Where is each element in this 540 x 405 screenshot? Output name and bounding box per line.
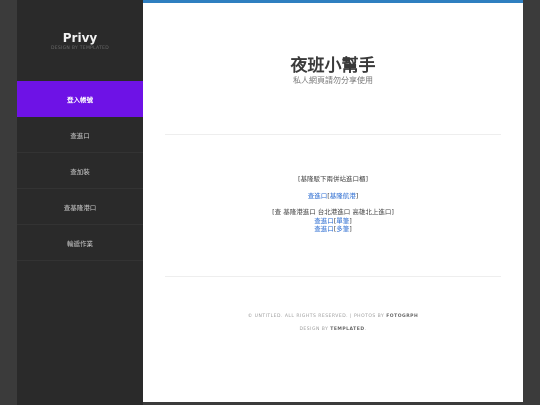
keelung-harbor-link[interactable]: 基隆航港	[330, 192, 356, 200]
import-single-link[interactable]: 查進口	[314, 217, 334, 225]
design-period: .	[364, 327, 367, 332]
import-query-link[interactable]: 查進口	[308, 192, 328, 200]
page-title: 夜班小幫手	[290, 56, 376, 76]
nav-item-login[interactable]: 登入帳號	[17, 81, 143, 117]
import-multi-link[interactable]: 查進口	[314, 225, 334, 233]
sidebar: Privy DESIGN BY TEMPLATED 登入帳號 查進口 查加裝 查…	[17, 0, 143, 405]
link-row-2: 查進口[單筆]	[314, 216, 352, 225]
divider-top	[165, 134, 501, 135]
section-label-keelung: [基隆駁下兩併站進口櫃]	[297, 175, 369, 183]
multi-link[interactable]: 多筆	[336, 225, 349, 233]
single-link[interactable]: 單筆	[336, 217, 349, 225]
content-block: [基隆駁下兩併站進口櫃] 查進口[基隆航港] [查 基隆港進口 台北港進口 高雄…	[143, 175, 523, 234]
section-label-ports: [查 基隆港進口 台北港進口 高雄北上進口]	[272, 208, 394, 216]
design-credit[interactable]: TEMPLATED	[330, 327, 364, 332]
nav-item-keelung-port[interactable]: 查基隆港口	[17, 189, 143, 225]
link-row-3: 查進口[多筆]	[314, 225, 352, 233]
copyright-text: © UNTITLED. ALL RIGHTS RESERVED. | PHOTO…	[247, 314, 387, 319]
footer-design: DESIGN BY TEMPLATED.	[143, 327, 523, 332]
footer-copyright: © UNTITLED. ALL RIGHTS RESERVED. | PHOTO…	[143, 314, 523, 319]
brand-subtitle: DESIGN BY TEMPLATED	[50, 46, 110, 51]
link-row-1: 查進口[基隆航港]	[307, 191, 359, 200]
main-panel: 夜班小幫手 私人網頁請勿分享使用 [基隆駁下兩併站進口櫃] 查進口[基隆航港] …	[143, 0, 523, 402]
photos-credit[interactable]: FOTOGRPH	[386, 314, 418, 319]
nav-item-delivery[interactable]: 輸遞作業	[17, 225, 143, 261]
divider-bottom	[165, 276, 501, 277]
design-text: DESIGN BY	[299, 327, 331, 332]
brand-title: Privy	[62, 31, 98, 45]
nav-item-import[interactable]: 查進口	[17, 117, 143, 153]
page-subtitle: 私人網頁請勿分享使用	[293, 76, 373, 85]
sidebar-nav: 登入帳號 查進口 查加裝 查基隆港口 輸遞作業	[17, 81, 143, 261]
nav-item-addon[interactable]: 查加裝	[17, 153, 143, 189]
